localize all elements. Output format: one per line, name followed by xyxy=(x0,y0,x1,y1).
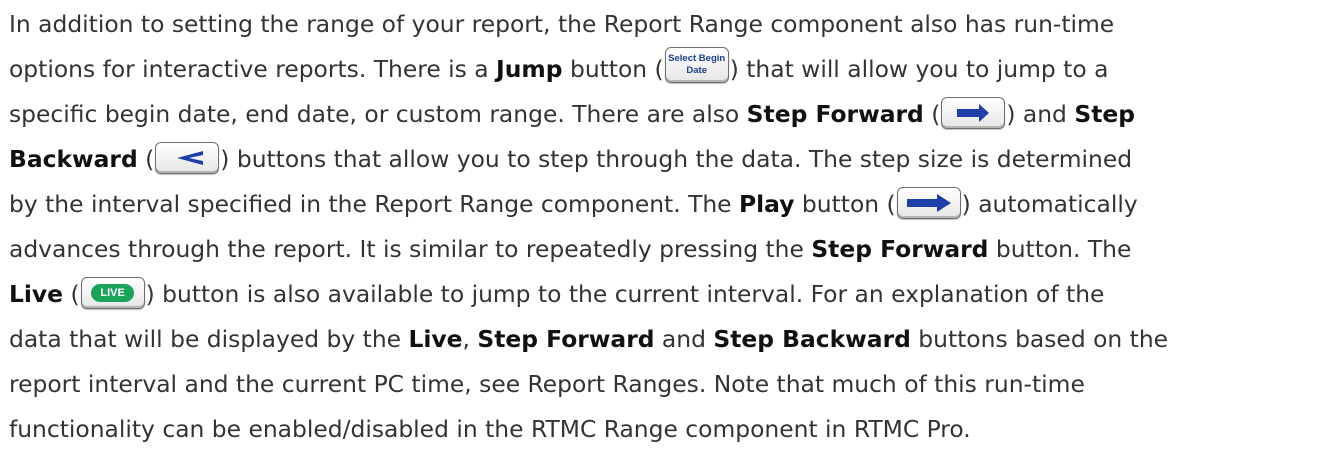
step-term: Step xyxy=(1074,100,1135,128)
play-button-image xyxy=(896,186,961,219)
live-term: Live xyxy=(408,325,463,353)
step-forward-term: Step Forward xyxy=(477,325,655,353)
text-segment: ( xyxy=(923,100,941,128)
play-term: Play xyxy=(739,190,795,218)
text-line-1: In addition to setting the range of your… xyxy=(9,2,1315,47)
text-line-2: options for interactive reports. There i… xyxy=(9,46,1315,92)
jump-button-line2: Date xyxy=(686,64,707,76)
text-segment: ( xyxy=(137,145,155,173)
jump-term: Jump xyxy=(496,55,563,83)
live-button-image: LIVE xyxy=(80,276,145,309)
text-line-9: report interval and the current PC time,… xyxy=(9,362,1315,407)
text-segment: advances through the report. It is simil… xyxy=(9,235,812,263)
text-segment: button ( xyxy=(794,190,896,218)
step-backward-term: Step Backward xyxy=(713,325,911,353)
live-button-label: LIVE xyxy=(91,283,134,302)
step-forward-term: Step Forward xyxy=(746,100,924,128)
text-segment: ) automatically xyxy=(961,190,1138,218)
text-segment: functionality can be enabled/disabled in… xyxy=(9,415,971,443)
text-segment: specific begin date, end date, or custom… xyxy=(9,100,747,128)
step-backward-button-image xyxy=(155,141,220,174)
text-segment: data that will be displayed by the xyxy=(9,325,409,353)
live-term: Live xyxy=(9,280,64,308)
text-line-5: by the interval specified in the Report … xyxy=(9,182,1315,227)
help-paragraph: In addition to setting the range of your… xyxy=(0,0,1323,470)
text-line-6: advances through the report. It is simil… xyxy=(9,227,1315,272)
chevron-right-icon xyxy=(957,103,990,122)
backward-term: Backward xyxy=(9,145,138,173)
text-line-4: Backward ( ) buttons that allow you to st… xyxy=(9,137,1315,182)
select-begin-date-button-image: Select Begin Date xyxy=(664,46,729,83)
text-segment: and xyxy=(654,325,714,353)
text-segment: ( xyxy=(63,280,80,308)
text-segment: ) and xyxy=(1006,100,1075,128)
step-forward-button-image xyxy=(941,96,1006,129)
play-triangle-icon xyxy=(906,193,951,212)
text-line-7: Live ( LIVE ) button is also available to … xyxy=(9,272,1315,317)
text-line-8: data that will be displayed by the Live,… xyxy=(9,317,1315,362)
text-segment: ) that will allow you to jump to a xyxy=(729,55,1109,83)
text-segment: by the interval specified in the Report … xyxy=(9,190,740,218)
chevron-left-icon xyxy=(177,150,204,165)
text-segment: ) buttons that allow you to step through… xyxy=(220,145,1133,173)
text-segment: button ( xyxy=(562,55,664,83)
text-line-10: functionality can be enabled/disabled in… xyxy=(9,407,1315,452)
text-segment: , xyxy=(462,325,478,353)
text-segment: buttons based on the xyxy=(910,325,1169,353)
step-forward-term: Step Forward xyxy=(811,235,989,263)
text-segment: button. The xyxy=(988,235,1132,263)
jump-button-line1: Select Begin xyxy=(668,52,726,64)
text-segment: options for interactive reports. There i… xyxy=(9,55,497,83)
text-segment: ) button is also available to jump to th… xyxy=(145,280,1105,308)
text-segment: report interval and the current PC time,… xyxy=(9,370,1085,398)
text-line-3: specific begin date, end date, or custom… xyxy=(9,92,1315,137)
text-segment: In addition to setting the range of your… xyxy=(9,10,1115,38)
